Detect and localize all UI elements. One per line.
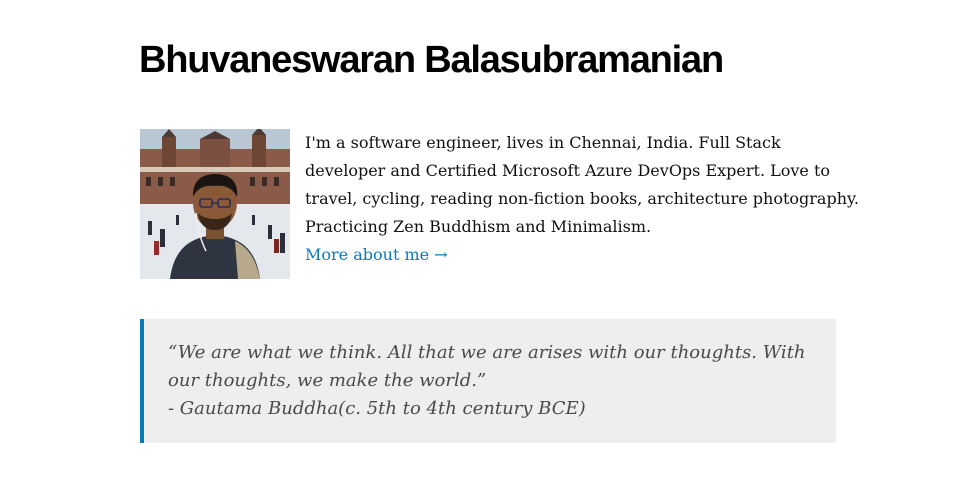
page-title: Bhuvaneswaran Balasubramanian xyxy=(139,39,724,81)
avatar xyxy=(140,129,290,279)
page: Bhuvaneswaran Balasubramanian I'm a soft… xyxy=(0,0,958,481)
bio-section: I'm a software engineer, lives in Chenna… xyxy=(305,129,865,269)
more-about-me-link[interactable]: More about me → xyxy=(305,241,448,269)
quote-attribution: - Gautama Buddha(c. 5th to 4th century B… xyxy=(168,398,586,419)
quote-block: “We are what we think. All that we are a… xyxy=(140,319,836,443)
bio-text: I'm a software engineer, lives in Chenna… xyxy=(305,133,859,236)
avatar-photo xyxy=(140,129,290,279)
quote-text: “We are what we think. All that we are a… xyxy=(168,342,806,391)
